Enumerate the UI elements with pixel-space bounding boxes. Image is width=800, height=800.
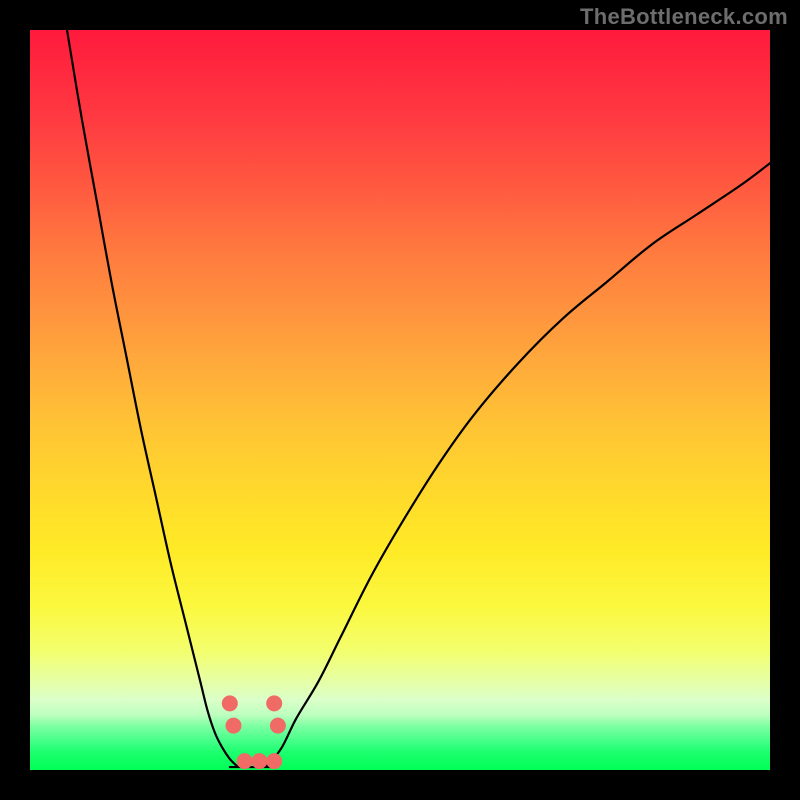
marker-floor-left (237, 754, 252, 769)
plot-area (30, 30, 770, 770)
right-curve (267, 163, 770, 766)
marker-right-join-top (267, 696, 282, 711)
marker-right-join-bottom (270, 718, 285, 733)
marker-left-join-top (222, 696, 237, 711)
marker-floor-right (267, 754, 282, 769)
left-curve (67, 30, 237, 766)
marker-left-join-bottom (226, 718, 241, 733)
markers-group (222, 696, 285, 769)
marker-floor-mid (252, 754, 267, 769)
chart-frame: TheBottleneck.com (0, 0, 800, 800)
curves-svg (30, 30, 770, 770)
watermark-text: TheBottleneck.com (580, 4, 788, 30)
